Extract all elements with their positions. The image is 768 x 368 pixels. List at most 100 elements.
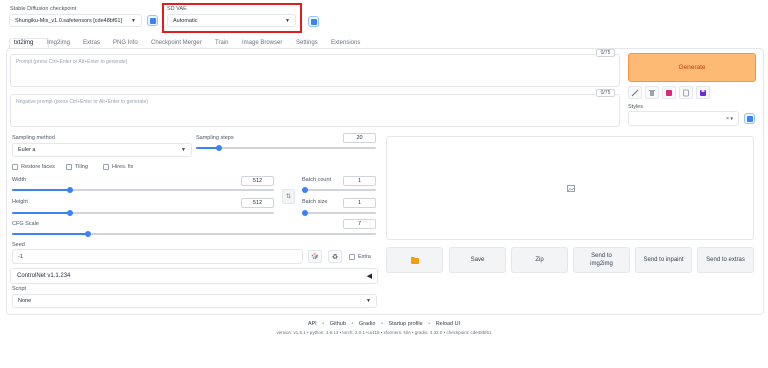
seed-input[interactable]: -1: [12, 249, 303, 264]
refresh-styles-button[interactable]: [744, 113, 755, 124]
width-label: Width: [12, 177, 27, 183]
footer-version-line: version: v1.5.1 • python: 3.9.13 • torch…: [276, 330, 492, 335]
batch-size-input[interactable]: 1: [343, 198, 376, 208]
seed-value: -1: [18, 253, 23, 260]
output-gallery: [386, 136, 754, 240]
restore-faces-checkbox[interactable]: [12, 164, 18, 170]
chevron-down-icon: ▼: [181, 147, 186, 153]
footer-separator: •: [428, 321, 431, 327]
save-style-button[interactable]: [696, 86, 710, 99]
generate-button[interactable]: Generate: [628, 53, 756, 82]
footer-link-reload-ui[interactable]: Reload UI: [436, 321, 460, 327]
script-select[interactable]: None ▼: [12, 294, 377, 308]
sampling-method-select[interactable]: Euler a ▼: [12, 143, 192, 157]
send-to-inpaint-button[interactable]: Send to inpaint: [635, 247, 692, 273]
batch-size-slider[interactable]: [302, 210, 376, 216]
refresh-vae-button[interactable]: [308, 16, 319, 27]
clipboard-icon: [683, 89, 689, 96]
negative-token-counter: 0/75: [596, 89, 615, 97]
checkpoint-select[interactable]: Shungiku-Mix_v1.0.safetensors [cde48bf61…: [9, 14, 142, 27]
tab-train[interactable]: Train: [215, 40, 228, 46]
tiling-checkbox[interactable]: [66, 164, 72, 170]
floppy-icon: [700, 89, 706, 96]
sampling-steps-input[interactable]: 20: [343, 133, 376, 143]
sampling-steps-slider[interactable]: [196, 145, 376, 151]
tab-png-info[interactable]: PNG Info: [113, 40, 138, 46]
tab-image-browser[interactable]: Image Browser: [242, 40, 282, 46]
styles-clear-icon[interactable]: × ▾: [726, 116, 733, 122]
footer-links: API • Github • Gradio • Startup profile …: [0, 321, 768, 327]
height-slider[interactable]: [12, 210, 274, 216]
batch-size-label: Batch size: [302, 199, 328, 205]
footer-link-startup-profile[interactable]: Startup profile: [388, 321, 422, 327]
negative-prompt-textarea[interactable]: Negative prompt (press Ctrl+Enter or Alt…: [10, 94, 620, 127]
swap-dimensions-button[interactable]: ⇅: [282, 189, 295, 204]
clear-prompt-button[interactable]: [645, 86, 659, 99]
tab-extensions[interactable]: Extensions: [331, 40, 360, 46]
image-placeholder-icon: [567, 185, 575, 192]
refresh-icon: [310, 18, 317, 25]
reuse-seed-button[interactable]: ♻: [328, 250, 342, 263]
tab-settings[interactable]: Settings: [296, 40, 318, 46]
tab-txt2img[interactable]: txt2img: [14, 40, 33, 46]
controlnet-accordion[interactable]: ControlNet v1.1.234 ◀: [10, 268, 378, 284]
styles-label: Styles: [628, 104, 643, 110]
dice-icon: 🎲: [311, 254, 319, 260]
footer-separator: •: [322, 321, 325, 327]
sampling-method-value: Euler a: [18, 147, 36, 153]
read-params-button[interactable]: [628, 86, 642, 99]
extra-seed-label: Extra: [358, 254, 371, 260]
script-value: None: [18, 298, 32, 304]
width-input[interactable]: 512: [241, 176, 274, 186]
apply-style-button[interactable]: [679, 86, 693, 99]
chevron-down-icon: ▼: [366, 298, 371, 304]
footer-link-gradio[interactable]: Gradio: [359, 321, 376, 327]
send-to-extras-button[interactable]: Send to extras: [697, 247, 754, 273]
slider-thumb[interactable]: [66, 187, 73, 193]
refresh-icon: [149, 17, 156, 24]
tiling-label: Tiling: [75, 164, 88, 170]
width-slider[interactable]: [12, 187, 274, 193]
folder-icon: [410, 256, 419, 264]
extra-networks-button[interactable]: [662, 86, 676, 99]
height-input[interactable]: 512: [241, 198, 274, 208]
collapse-triangle-icon: ◀: [366, 273, 372, 280]
random-seed-button[interactable]: 🎲: [308, 250, 322, 263]
slider-fill: [12, 233, 89, 235]
checkpoint-label: Stable Diffusion checkpoint: [10, 6, 77, 12]
trash-icon: [649, 89, 655, 96]
card-icon: [666, 89, 672, 96]
cfg-scale-input[interactable]: 7: [343, 219, 376, 229]
tab-img2img[interactable]: Img2img: [47, 40, 70, 46]
send-to-img2img-button[interactable]: Send to img2img: [573, 247, 630, 273]
checkpoint-value: Shungiku-Mix_v1.0.safetensors [cde48bf61…: [15, 17, 123, 24]
open-folder-button[interactable]: [386, 247, 443, 273]
prompt-textarea[interactable]: Prompt (press Ctrl+Enter or Alt+Enter to…: [10, 54, 620, 87]
cfg-scale-slider[interactable]: [12, 231, 376, 237]
tab-checkpoint-merger[interactable]: Checkpoint Merger: [151, 40, 202, 46]
save-button[interactable]: Save: [449, 247, 506, 273]
chevron-down-icon: ▼: [131, 17, 136, 24]
batch-count-slider[interactable]: [302, 187, 376, 193]
zip-button[interactable]: Zip: [511, 247, 568, 273]
swap-arrows-icon: ⇅: [285, 194, 292, 200]
footer-link-github[interactable]: Github: [330, 321, 346, 327]
cfg-scale-label: CFG Scale: [12, 221, 39, 227]
slider-thumb[interactable]: [302, 187, 308, 193]
vae-label: SD VAE: [167, 6, 187, 12]
height-label: Height: [12, 199, 28, 205]
refresh-icon: [746, 115, 753, 122]
batch-count-input[interactable]: 1: [343, 176, 376, 186]
styles-select[interactable]: × ▾: [628, 111, 739, 126]
slider-thumb[interactable]: [302, 210, 308, 216]
footer-separator: •: [380, 321, 383, 327]
footer-link-api[interactable]: API: [308, 321, 317, 327]
restore-faces-label: Restore faces: [21, 164, 55, 170]
hires-fix-checkbox[interactable]: [103, 164, 109, 170]
slider-thumb[interactable]: [66, 210, 73, 216]
extra-seed-checkbox[interactable]: [349, 254, 355, 260]
refresh-checkpoint-button[interactable]: [147, 15, 158, 26]
tab-extras[interactable]: Extras: [83, 40, 100, 46]
vae-select[interactable]: Automatic ▼: [167, 14, 296, 27]
sampling-steps-label: Sampling steps: [196, 135, 234, 141]
